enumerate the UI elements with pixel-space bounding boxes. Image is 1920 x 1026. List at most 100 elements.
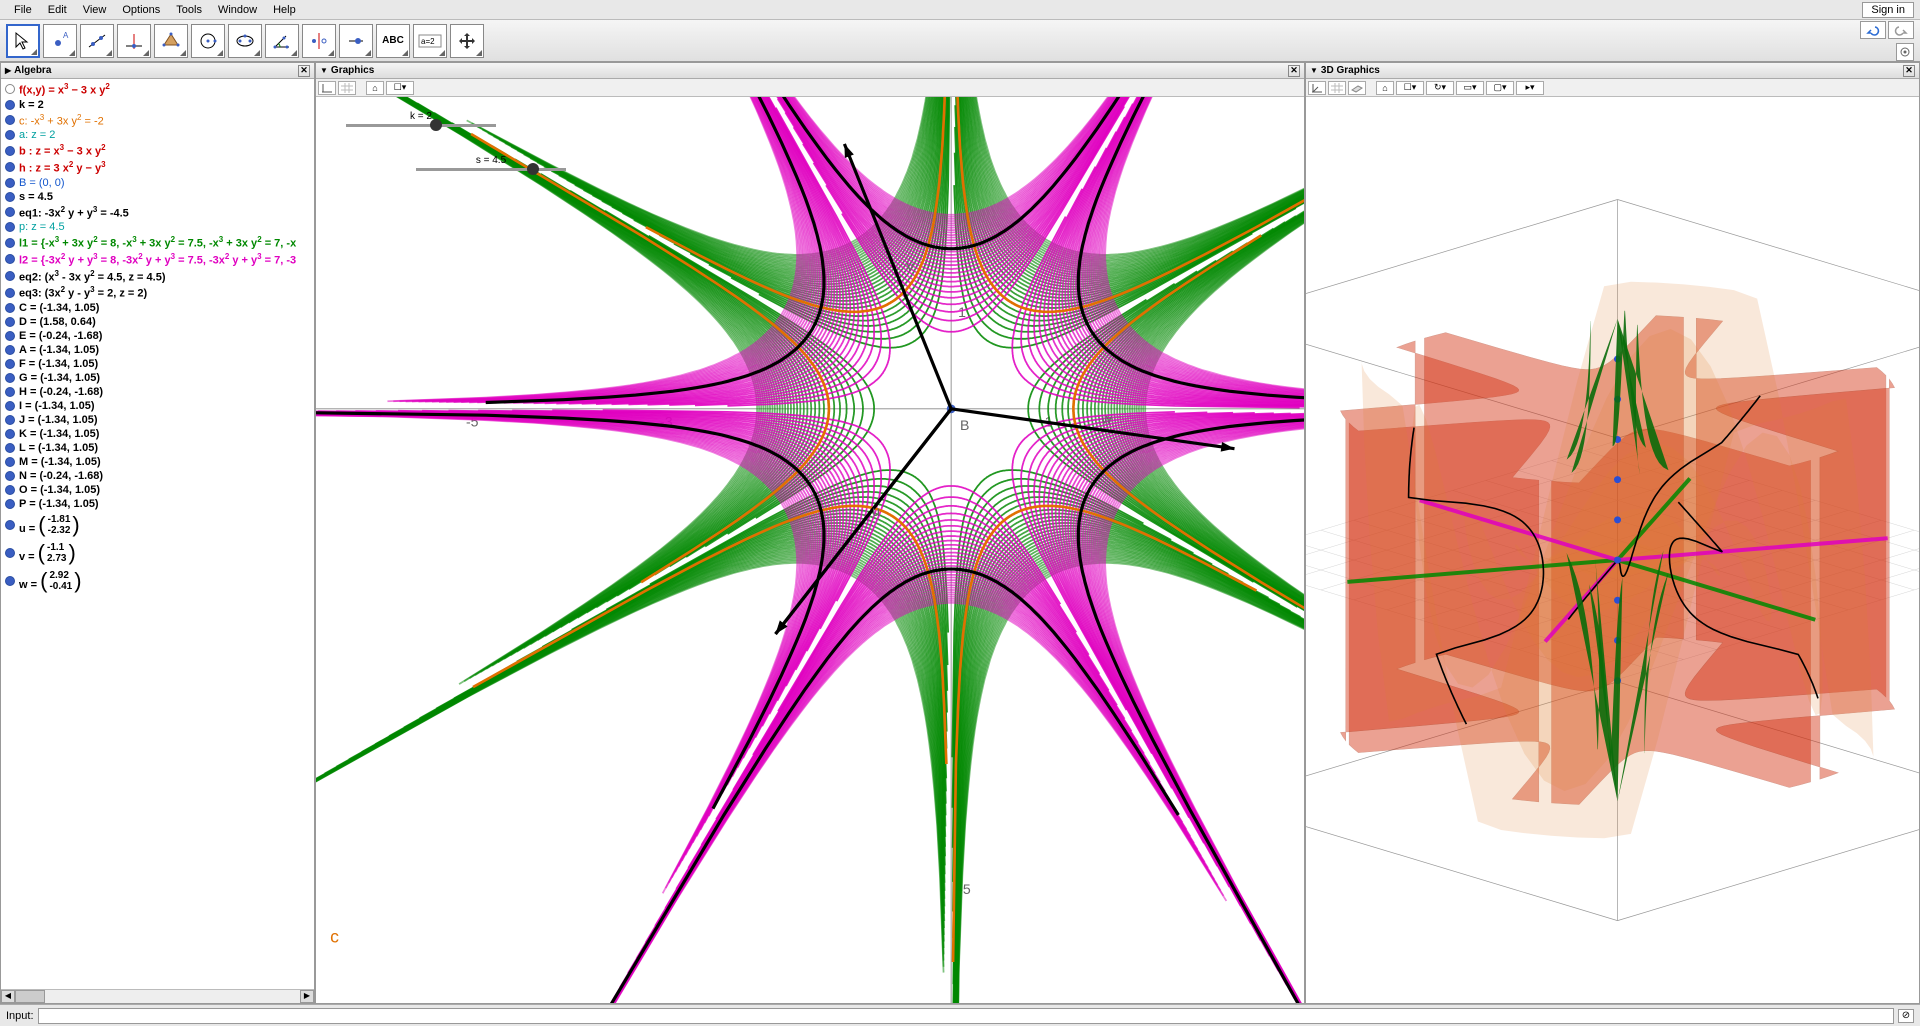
algebra-item[interactable]: H = (-0.24, -1.68): [5, 385, 310, 399]
menu-options[interactable]: Options: [114, 2, 168, 18]
sign-in-button[interactable]: Sign in: [1862, 2, 1914, 18]
visibility-toggle-icon[interactable]: [5, 162, 15, 172]
visibility-toggle-icon[interactable]: [5, 271, 15, 281]
algebra-item[interactable]: P = (-1.34, 1.05): [5, 497, 310, 511]
algebra-item[interactable]: f(x,y) = x3 − 3 x y2: [5, 81, 310, 98]
slider-k[interactable]: k = 2: [346, 111, 496, 127]
3d-toggle-axes[interactable]: [1308, 81, 1326, 95]
graphics-disclosure-icon[interactable]: ▼: [320, 66, 328, 75]
algebra-item[interactable]: A = (-1.34, 1.05): [5, 343, 310, 357]
visibility-toggle-icon[interactable]: [5, 387, 15, 397]
visibility-toggle-icon[interactable]: [5, 192, 15, 202]
visibility-toggle-icon[interactable]: [5, 178, 15, 188]
visibility-toggle-icon[interactable]: [5, 415, 15, 425]
visibility-toggle-icon[interactable]: [5, 457, 15, 467]
visibility-toggle-icon[interactable]: [5, 548, 15, 558]
input-field[interactable]: [38, 1008, 1894, 1024]
visibility-toggle-icon[interactable]: [5, 115, 15, 125]
algebra-item[interactable]: I = (-1.34, 1.05): [5, 399, 310, 413]
visibility-toggle-icon[interactable]: [5, 576, 15, 586]
menu-view[interactable]: View: [75, 2, 115, 18]
algebra-item[interactable]: E = (-0.24, -1.68): [5, 329, 310, 343]
tool-text[interactable]: ABC: [376, 24, 410, 58]
3d-clipping[interactable]: ▢▾: [1486, 81, 1514, 95]
visibility-toggle-icon[interactable]: [5, 401, 15, 411]
tool-move[interactable]: [6, 24, 40, 58]
visibility-toggle-icon[interactable]: [5, 485, 15, 495]
algebra-horizontal-scrollbar[interactable]: ◀▶: [1, 989, 314, 1003]
algebra-item[interactable]: l2 = {-3x2 y + y3 = 8, -3x2 y + y3 = 7.5…: [5, 251, 310, 268]
visibility-toggle-icon[interactable]: [5, 317, 15, 327]
graphics-canvas[interactable]: -5-3151-5Buvwc-ceq1 k = 2 s = 4.5: [316, 97, 1304, 1003]
algebra-item[interactable]: eq1: -3x2 y + y3 = -4.5: [5, 204, 310, 221]
visibility-toggle-icon[interactable]: [5, 222, 15, 232]
3d-default-view[interactable]: ⌂: [1376, 81, 1394, 95]
visibility-toggle-icon[interactable]: [5, 520, 15, 530]
visibility-toggle-icon[interactable]: [5, 100, 15, 110]
algebra-item[interactable]: w = (2.92-0.41): [5, 567, 310, 595]
3d-close-button[interactable]: ✕: [1903, 65, 1915, 77]
graphics-close-button[interactable]: ✕: [1288, 65, 1300, 77]
tool-slider[interactable]: [339, 24, 373, 58]
algebra-item[interactable]: k = 2: [5, 98, 310, 112]
visibility-toggle-icon[interactable]: [5, 146, 15, 156]
3d-canvas[interactable]: [1306, 97, 1919, 1003]
algebra-item[interactable]: M = (-1.34, 1.05): [5, 455, 310, 469]
tool-line[interactable]: [80, 24, 114, 58]
algebra-item[interactable]: eq3: (3x2 y - y3 = 2, z = 2): [5, 284, 310, 301]
visibility-toggle-icon[interactable]: [5, 429, 15, 439]
algebra-item[interactable]: a: z = 2: [5, 128, 310, 142]
graphics-toggle-grid[interactable]: [338, 81, 356, 95]
graphics-toggle-axes[interactable]: [318, 81, 336, 95]
algebra-item[interactable]: u = (-1.81-2.32): [5, 511, 310, 539]
preferences-button[interactable]: [1896, 43, 1914, 61]
algebra-item[interactable]: s = 4.5: [5, 190, 310, 204]
3d-projection[interactable]: ▸▾: [1516, 81, 1544, 95]
input-help-button[interactable]: ⊘: [1898, 1009, 1914, 1023]
visibility-toggle-icon[interactable]: [5, 130, 15, 140]
menu-file[interactable]: File: [6, 2, 40, 18]
algebra-item[interactable]: N = (-0.24, -1.68): [5, 469, 310, 483]
menu-help[interactable]: Help: [265, 2, 304, 18]
algebra-item[interactable]: C = (-1.34, 1.05): [5, 301, 310, 315]
tool-reflect[interactable]: [302, 24, 336, 58]
tool-circle[interactable]: [191, 24, 225, 58]
algebra-item[interactable]: F = (-1.34, 1.05): [5, 357, 310, 371]
algebra-item[interactable]: O = (-1.34, 1.05): [5, 483, 310, 497]
algebra-item[interactable]: c: -x3 + 3x y2 = -2: [5, 112, 310, 129]
algebra-item[interactable]: l1 = {-x3 + 3x y2 = 8, -x3 + 3x y2 = 7.5…: [5, 234, 310, 251]
visibility-toggle-icon[interactable]: [5, 359, 15, 369]
algebra-item[interactable]: J = (-1.34, 1.05): [5, 413, 310, 427]
visibility-toggle-icon[interactable]: [5, 471, 15, 481]
algebra-close-button[interactable]: ✕: [298, 65, 310, 77]
algebra-item[interactable]: L = (-1.34, 1.05): [5, 441, 310, 455]
3d-toggle-grid[interactable]: [1328, 81, 1346, 95]
tool-point[interactable]: A: [43, 24, 77, 58]
tool-angle[interactable]: [265, 24, 299, 58]
3d-view-direction[interactable]: ▭▾: [1456, 81, 1484, 95]
algebra-item[interactable]: K = (-1.34, 1.05): [5, 427, 310, 441]
3d-disclosure-icon[interactable]: ▼: [1310, 66, 1318, 75]
tool-move-graphics[interactable]: [450, 24, 484, 58]
tool-polygon[interactable]: [154, 24, 188, 58]
algebra-disclosure-icon[interactable]: ▶: [5, 66, 11, 75]
graphics-point-capture[interactable]: ☐▾: [386, 81, 414, 95]
visibility-toggle-icon[interactable]: [5, 303, 15, 313]
visibility-toggle-icon[interactable]: [5, 288, 15, 298]
visibility-toggle-icon[interactable]: [5, 345, 15, 355]
3d-rotate-view[interactable]: ↻▾: [1426, 81, 1454, 95]
algebra-item[interactable]: B = (0, 0): [5, 176, 310, 190]
algebra-item[interactable]: D = (1.58, 0.64): [5, 315, 310, 329]
visibility-toggle-icon[interactable]: [5, 331, 15, 341]
algebra-item[interactable]: h : z = 3 x2 y − y3: [5, 159, 310, 176]
tool-inputbox[interactable]: a=2: [413, 24, 447, 58]
graphics-default-view[interactable]: ⌂: [366, 81, 384, 95]
slider-s[interactable]: s = 4.5: [416, 155, 566, 171]
menu-tools[interactable]: Tools: [168, 2, 210, 18]
algebra-item[interactable]: p: z = 4.5: [5, 220, 310, 234]
visibility-toggle-icon[interactable]: [5, 373, 15, 383]
redo-button[interactable]: [1888, 21, 1914, 39]
visibility-toggle-icon[interactable]: [5, 84, 15, 94]
visibility-toggle-icon[interactable]: [5, 499, 15, 509]
visibility-toggle-icon[interactable]: [5, 207, 15, 217]
